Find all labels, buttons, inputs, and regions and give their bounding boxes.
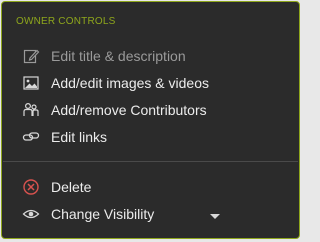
- menu-heading: OWNER CONTROLS: [16, 16, 116, 27]
- edit-links-label: Edit links: [51, 129, 108, 145]
- edit-title-description-label: Edit title & description: [51, 48, 186, 64]
- contributors-icon: [22, 101, 40, 119]
- owner-controls-menu: OWNER CONTROLS Edit title & description …: [1, 1, 300, 239]
- link-icon: [22, 128, 40, 146]
- add-edit-media-item[interactable]: Add/edit images & videos: [22, 72, 209, 94]
- add-remove-contributors-item[interactable]: Add/remove Contributors: [22, 99, 207, 121]
- add-edit-media-label: Add/edit images & videos: [51, 75, 209, 91]
- edit-links-item[interactable]: Edit links: [22, 126, 107, 148]
- change-visibility-item[interactable]: Change Visibility: [22, 203, 154, 225]
- add-remove-contributors-label: Add/remove Contributors: [51, 102, 207, 118]
- menu-divider: [3, 161, 298, 162]
- eye-icon: [22, 205, 40, 223]
- chevron-down-icon[interactable]: [210, 214, 220, 219]
- edit-title-description-item[interactable]: Edit title & description: [22, 45, 186, 67]
- delete-icon: [22, 178, 40, 196]
- delete-item[interactable]: Delete: [22, 176, 91, 198]
- pencil-icon: [22, 47, 40, 65]
- image-icon: [22, 74, 40, 92]
- delete-label: Delete: [51, 179, 92, 195]
- change-visibility-label: Change Visibility: [51, 206, 155, 222]
